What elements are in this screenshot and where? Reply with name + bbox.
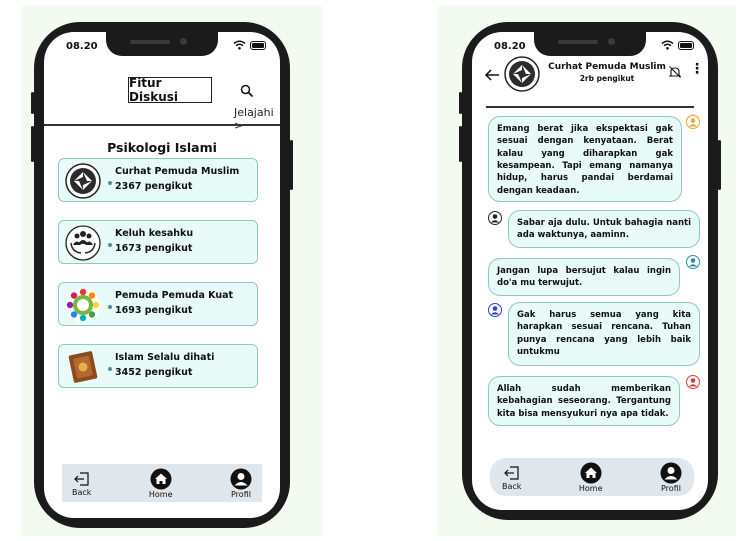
wifi-icon xyxy=(661,40,674,50)
status-time: 08.20 xyxy=(66,41,98,52)
home-icon xyxy=(150,468,172,489)
header-divider xyxy=(486,106,694,108)
left-phone-frame: 08.20 Fitur Diskusi Jelajahi > Psikologi… xyxy=(31,22,293,528)
group-followers: 2367 pengikut xyxy=(115,181,193,192)
bell-muted-icon[interactable] xyxy=(668,64,682,83)
status-time: 08.20 xyxy=(494,41,526,52)
group-followers: 3452 pengikut xyxy=(115,367,193,378)
group-name: Curhat Pemuda Muslim xyxy=(115,166,240,177)
notch xyxy=(534,32,646,56)
nav-home-button[interactable]: Home xyxy=(149,468,173,499)
exit-icon xyxy=(503,465,519,480)
wifi-icon xyxy=(233,40,246,50)
nav-profile-label: Profil xyxy=(661,483,681,493)
nav-back-button[interactable]: Back xyxy=(72,470,91,497)
battery-icon xyxy=(678,40,694,50)
chat-message: Allah sudah memberikan kebahagian seseor… xyxy=(488,376,680,426)
nav-home-label: Home xyxy=(578,483,603,493)
group-avatar xyxy=(504,56,540,92)
header-divider xyxy=(44,124,280,126)
group-name: Pemuda Pemuda Kuat xyxy=(115,290,234,301)
chat-header: Curhat Pemuda Muslim 2rb pengikut ⋮ xyxy=(472,54,708,102)
nav-back-label: Back xyxy=(502,481,522,491)
group-card-islam-selalu-dihati[interactable]: Islam Selalu dihati 3452 pengikut xyxy=(58,344,258,388)
hands-circle-icon xyxy=(65,163,101,199)
chat-message: Jangan lupa bersujut kalau ingin do'a mu… xyxy=(488,258,680,296)
nav-profile-button[interactable]: Profil xyxy=(660,462,682,493)
user-avatar-icon xyxy=(686,114,700,129)
people-hands-icon xyxy=(65,225,101,261)
group-name: Keluh kesahku xyxy=(115,228,194,239)
chat-message: Gak harus semua yang kita harapkan sesua… xyxy=(508,302,700,366)
user-avatar-icon xyxy=(686,374,700,389)
user-avatar-icon xyxy=(488,210,502,225)
group-card-pemuda-pemuda-kuat[interactable]: Pemuda Pemuda Kuat 1693 pengikut xyxy=(58,282,258,326)
quran-book-icon xyxy=(65,349,101,385)
chat-group-name: Curhat Pemuda Muslim xyxy=(548,62,666,72)
battery-icon xyxy=(250,40,266,50)
home-icon xyxy=(580,462,602,483)
right-screen: 08.20 Curhat Pemuda Muslim 2rb pengikut … xyxy=(472,32,708,510)
bottom-nav: Back Home Profil xyxy=(62,464,262,502)
nav-home-label: Home xyxy=(148,489,173,499)
chat-group-followers: 2rb pengikut xyxy=(579,74,635,83)
more-options-icon[interactable]: ⋮ xyxy=(690,62,704,76)
group-card-keluh-kesahku[interactable]: Keluh kesahku 1673 pengikut xyxy=(58,220,258,264)
status-icons xyxy=(233,40,266,50)
nav-back-label: Back xyxy=(72,487,92,497)
chat-message: Emang berat jika ekspektasi gak sesuai d… xyxy=(488,116,682,202)
status-icons xyxy=(661,40,694,50)
nav-back-button[interactable]: Back xyxy=(502,464,521,491)
group-followers: 1693 pengikut xyxy=(115,305,193,316)
notch xyxy=(106,32,218,56)
user-avatar-icon xyxy=(488,302,502,317)
back-arrow-icon[interactable] xyxy=(484,66,500,85)
nav-home-button[interactable]: Home xyxy=(579,462,603,493)
left-screen: 08.20 Fitur Diskusi Jelajahi > Psikologi… xyxy=(44,32,280,518)
group-followers: 1673 pengikut xyxy=(115,243,193,254)
group-name: Islam Selalu dihati xyxy=(115,352,215,363)
section-title: Psikologi Islami xyxy=(107,140,217,155)
exit-icon xyxy=(73,471,89,486)
search-icon[interactable] xyxy=(240,83,254,102)
right-phone-frame: 08.20 Curhat Pemuda Muslim 2rb pengikut … xyxy=(459,22,721,520)
chat-message: Sabar aja dulu. Untuk bahagia nanti ada … xyxy=(508,210,700,248)
nav-profile-button[interactable]: Profil xyxy=(230,468,252,499)
page-title: Fitur Diskusi xyxy=(128,76,212,104)
group-card-curhat-pemuda-muslim[interactable]: Curhat Pemuda Muslim 2367 pengikut xyxy=(58,158,258,202)
bottom-nav: Back Home Profil xyxy=(490,458,694,496)
user-icon xyxy=(230,468,252,489)
nav-profile-label: Profil xyxy=(231,489,251,499)
user-icon xyxy=(660,462,682,483)
user-avatar-icon xyxy=(686,254,700,269)
explore-link[interactable]: Jelajahi > xyxy=(234,106,280,132)
people-circle-icon xyxy=(65,287,101,323)
